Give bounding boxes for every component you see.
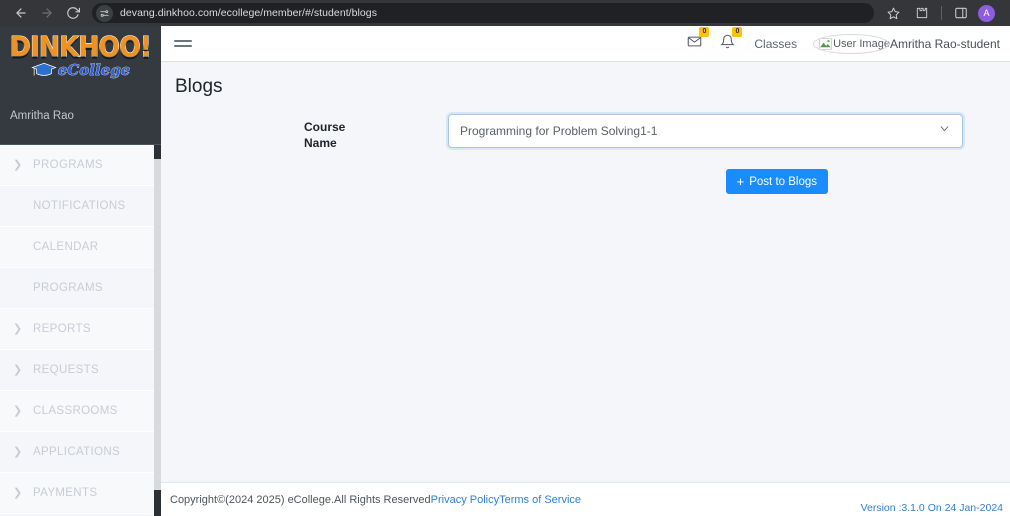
course-label-line-1: Course <box>304 120 346 134</box>
avatar-alt-text: User Image <box>833 37 890 50</box>
sidebar-item-notifications[interactable]: ❯ NOTIFICATIONS <box>0 186 161 229</box>
course-name-label: Course Name <box>304 114 364 151</box>
actions-row: + Post to Blogs <box>161 169 1010 194</box>
user-name-label: Amritha Rao-student <box>889 36 1000 51</box>
browser-toolbar: devang.dinkhoo.com/ecollege/member/#/stu… <box>0 0 1010 26</box>
forward-icon[interactable] <box>34 0 60 26</box>
sidebar-item-label: APPLICATIONS <box>33 446 121 458</box>
sidebar-scrollbar-thumb[interactable] <box>154 490 161 516</box>
sidebar: DINKHOO! eCollege Amritha Rao ❯ PROGRAMS… <box>0 26 161 516</box>
sidebar-item-programs[interactable]: ❯ PROGRAMS <box>0 145 161 186</box>
content-area: Blogs Course Name Programming for Proble… <box>161 62 1010 482</box>
tune-icon[interactable] <box>96 4 113 22</box>
classes-link[interactable]: Classes <box>744 37 807 51</box>
side-panel-icon[interactable] <box>949 1 973 25</box>
chevron-right-icon: ❯ <box>13 322 23 335</box>
broken-image-icon <box>819 37 833 50</box>
sidebar-item-applications[interactable]: ❯ APPLICATIONS <box>0 432 161 475</box>
copyright-text: Copyright©(2024 2025) eCollege.All Right… <box>170 493 431 506</box>
sidebar-item-classrooms[interactable]: ❯ CLASSROOMS <box>0 391 161 434</box>
sidebar-item-label: CALENDAR <box>33 241 99 253</box>
app-shell: DINKHOO! eCollege Amritha Rao ❯ PROGRAMS… <box>0 26 1010 516</box>
notifications-button[interactable]: 0 <box>711 26 744 54</box>
logo-title: DINKHOO! <box>9 30 152 63</box>
course-label-line-2: Name <box>304 136 337 150</box>
messages-badge: 0 <box>699 26 710 37</box>
post-to-blogs-label: Post to Blogs <box>749 175 817 188</box>
sidebar-item-label: NOTIFICATIONS <box>33 200 126 212</box>
plus-icon: + <box>736 174 745 189</box>
sidebar-item-label: PAYMENTS <box>33 487 98 499</box>
footer: Copyright©(2024 2025) eCollege.All Right… <box>161 482 1010 516</box>
sidebar-item-label: CLASSROOMS <box>33 405 118 417</box>
course-select-wrapper: Programming for Problem Solving1-1 <box>448 114 963 148</box>
chevron-right-icon: ❯ <box>13 445 23 458</box>
chevron-right-icon: ❯ <box>13 486 23 499</box>
toolbar-divider <box>941 6 942 20</box>
graduation-cap-icon <box>31 62 57 78</box>
bookmark-star-icon[interactable] <box>882 2 904 24</box>
chevron-right-icon: ❯ <box>13 363 23 376</box>
logo-subtitle: eCollege <box>57 60 131 79</box>
chevron-right-icon: ❯ <box>13 158 23 171</box>
sidebar-item-calendar[interactable]: ❯ CALENDAR <box>0 227 161 270</box>
bell-icon <box>720 34 736 54</box>
envelope-icon <box>687 34 702 54</box>
top-navbar: 0 0 Classes User Image Amritha Rao-stude… <box>161 26 1010 62</box>
back-icon[interactable] <box>8 0 34 26</box>
page-title: Blogs <box>175 76 223 97</box>
post-to-blogs-button[interactable]: + Post to Blogs <box>725 169 828 194</box>
terms-of-service-link[interactable]: Terms of Service <box>499 494 581 506</box>
sidebar-item-label: REPORTS <box>33 323 91 335</box>
main-region: 0 0 Classes User Image Amritha Rao-stude… <box>161 26 1010 516</box>
sidebar-scrollbar[interactable] <box>154 145 161 516</box>
chevron-right-icon: ❯ <box>13 404 23 417</box>
sidebar-item-programs-2[interactable]: ❯ PROGRAMS <box>0 268 161 311</box>
sidebar-item-requests[interactable]: ❯ REQUESTS <box>0 350 161 393</box>
address-bar[interactable]: devang.dinkhoo.com/ecollege/member/#/stu… <box>92 3 874 23</box>
sidebar-item-label: REQUESTS <box>33 364 100 376</box>
sidebar-item-payments[interactable]: ❯ PAYMENTS <box>0 473 161 516</box>
profile-avatar[interactable]: A <box>978 4 995 22</box>
avatar: User Image <box>819 38 890 50</box>
sidebar-menu: ❯ PROGRAMS ❯ NOTIFICATIONS ❯ CALENDAR ❯ … <box>0 145 161 516</box>
course-select[interactable]: Programming for Problem Solving1-1 <box>448 114 963 148</box>
hamburger-icon[interactable] <box>171 32 195 56</box>
version-text: Version :3.1.0 On 24 Jan-2024 <box>860 502 1003 514</box>
privacy-policy-link[interactable]: Privacy Policy <box>431 494 499 506</box>
reload-icon[interactable] <box>60 0 86 26</box>
sidebar-item-label: PROGRAMS <box>33 159 103 171</box>
brand-logo[interactable]: DINKHOO! eCollege <box>0 26 161 96</box>
browser-actions: A <box>910 1 997 25</box>
sidebar-item-label: PROGRAMS <box>33 282 103 294</box>
sidebar-scrollbar-thumb-top[interactable] <box>154 145 161 159</box>
sidebar-user-name: Amritha Rao <box>10 110 74 122</box>
puzzle-icon[interactable] <box>910 1 934 25</box>
top-navbar-actions: 0 0 Classes User Image Amritha Rao-stude… <box>678 26 1002 54</box>
url-text: devang.dinkhoo.com/ecollege/member/#/stu… <box>120 7 377 19</box>
messages-button[interactable]: 0 <box>678 26 711 54</box>
user-menu[interactable]: User Image Amritha Rao-student <box>807 33 1002 54</box>
sidebar-item-reports[interactable]: ❯ REPORTS <box>0 309 161 352</box>
course-form-row: Course Name Programming for Problem Solv… <box>161 114 1010 151</box>
notifications-badge: 0 <box>732 26 743 37</box>
